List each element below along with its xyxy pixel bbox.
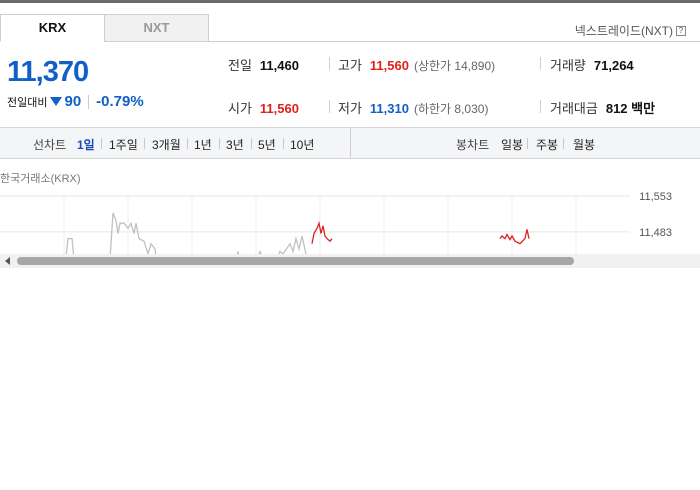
stat-label: 고가 [338,58,362,73]
stat-label: 저가 [338,101,362,116]
period-divider [144,138,145,149]
y-tick-label: 11,553 [639,191,672,203]
stat-label: 거래대금 [550,101,598,116]
stat-label: 거래량 [550,58,586,73]
nextrade-link[interactable]: 넥스트레이드(NXT) ? [575,22,686,39]
candle-monthly[interactable]: 월봉 [573,136,595,153]
tab-krx[interactable]: KRX [0,14,105,42]
change-divider [88,94,90,109]
stat-low: 저가 11,310 (하한가 8,030) [338,98,488,117]
stat-value: 812 백만 [605,101,656,116]
period-1w[interactable]: 1주일 [109,136,138,153]
line-chart-label: 선차트 [33,138,67,152]
down-triangle-icon [50,97,63,106]
intraday-chart: 11,553 11,483 [0,191,672,254]
stat-value: 11,460 [259,58,299,73]
period-divider [101,138,102,149]
y-tick-label: 11,483 [639,227,672,239]
period-divider [187,138,188,149]
candle-daily[interactable]: 일봉 [501,136,523,153]
stat-divider [329,57,330,70]
upper-limit: (상한가 14,890) [413,59,496,73]
chart-scrollbar[interactable] [0,254,700,268]
price-change: 전일대비 90 -0.79% [7,93,144,110]
stat-prev-close: 전일 11,460 [228,55,299,74]
period-3y[interactable]: 3년 [226,136,244,153]
nextrade-link-label: 넥스트레이드(NXT) [574,24,673,38]
chart-period-bar: 선차트 1일 1주일 3개월 1년 3년 5년 10년 봉차트 일봉 주봉 월봉 [0,127,700,159]
stat-value: 11,560 [369,58,409,73]
stat-trade-value: 거래대금 812 백만 [550,98,655,117]
period-10y[interactable]: 10년 [290,136,314,153]
period-divider [527,138,528,149]
period-1y[interactable]: 1년 [194,136,212,153]
change-label: 전일대비 [7,96,48,109]
stat-value: 11,560 [259,101,299,116]
period-3m[interactable]: 3개월 [152,136,181,153]
period-divider [251,138,252,149]
help-icon[interactable]: ? [676,25,686,36]
stat-label: 시가 [228,101,252,116]
period-divider [563,138,564,149]
price-series-line [65,212,307,254]
current-price: 11,370 [7,56,89,88]
candle-chart-label: 봉차트 [456,138,490,152]
period-5y[interactable]: 5년 [258,136,276,153]
stat-open: 시가 11,560 [228,98,299,117]
change-percent: -0.79% [96,93,144,110]
period-divider [219,138,220,149]
stat-label: 전일 [228,58,252,73]
exchange-label: 한국거래소(KRX) [0,173,81,185]
stat-value: 11,310 [369,101,409,116]
stat-divider [540,100,541,113]
tab-nxt[interactable]: NXT [104,14,209,42]
period-bar-divider [350,128,351,158]
price-series-line [311,220,333,244]
scroll-left-arrow-icon[interactable] [5,257,10,265]
top-border [0,0,700,3]
stat-value: 71,264 [593,58,634,73]
stat-divider [329,100,330,113]
scrollbar-thumb[interactable] [17,257,574,265]
lower-limit: (하한가 8,030) [413,102,489,116]
candle-weekly[interactable]: 주봉 [536,136,558,153]
change-amount: 90 [64,93,82,110]
period-1d[interactable]: 1일 [77,136,95,153]
stat-divider [540,57,541,70]
period-divider [283,138,284,149]
stat-volume: 거래량 71,264 [550,55,634,74]
stat-high: 고가 11,560 (상한가 14,890) [338,55,495,74]
tab-divider [208,41,700,42]
